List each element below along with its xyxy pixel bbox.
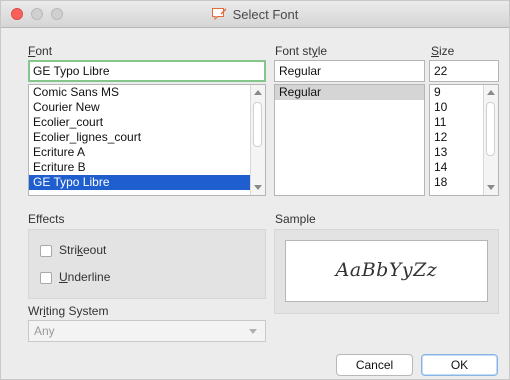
- font-family-list-item[interactable]: Courier New: [29, 100, 265, 115]
- writing-system-value: Any: [34, 324, 55, 338]
- size-scroll-down-arrow-icon[interactable]: [487, 185, 495, 190]
- font-family-list-item[interactable]: Ecolier_lignes_court: [29, 130, 265, 145]
- font-family-list-item[interactable]: Ecolier_court: [29, 115, 265, 130]
- font-family-input[interactable]: GE Typo Libre: [28, 60, 266, 82]
- font-family-list[interactable]: Comic Sans MS Courier New Ecolier_court Eco…: [28, 84, 266, 196]
- size-input[interactable]: 22: [429, 60, 499, 82]
- font-family-list-item[interactable]: Ecriture B: [29, 160, 265, 175]
- size-label: Size: [431, 44, 455, 58]
- select-font-dialog: Select Font Font GE Typo Libre Comic San…: [0, 0, 510, 380]
- ok-button[interactable]: OK: [421, 354, 498, 376]
- writing-system-select[interactable]: Any: [28, 320, 266, 342]
- sample-group: AaBbYyZz: [274, 229, 499, 314]
- font-family-list-item[interactable]: GE Typo Libre: [29, 175, 265, 190]
- size-list[interactable]: 9 10 11 12 13 14 18: [429, 84, 499, 196]
- window-title: Select Font: [232, 6, 299, 22]
- font-style-input[interactable]: Regular: [274, 60, 425, 82]
- font-family-rows: Comic Sans MS Courier New Ecolier_court Eco…: [29, 85, 265, 190]
- font-style-list-item[interactable]: Regular: [275, 85, 424, 100]
- writing-system-label: Writing System: [28, 304, 109, 318]
- chevron-down-icon: [249, 329, 257, 334]
- sample-text: AaBbYyZz: [335, 259, 438, 281]
- underline-checkbox[interactable]: [40, 272, 52, 284]
- underline-label[interactable]: Underline: [59, 270, 110, 284]
- font-dialog-icon: [211, 8, 227, 20]
- font-family-list-item[interactable]: Ecriture A: [29, 145, 265, 160]
- title-bar: Select Font: [1, 1, 509, 28]
- sample-title: Sample: [275, 212, 316, 226]
- size-list-scrollbar[interactable]: [483, 85, 498, 195]
- size-list-scroll-thumb[interactable]: [486, 102, 495, 156]
- size-scroll-up-arrow-icon[interactable]: [487, 90, 495, 95]
- sample-preview: AaBbYyZz: [285, 240, 488, 302]
- font-style-rows: Regular: [275, 85, 424, 100]
- effects-title: Effects: [28, 212, 65, 226]
- font-style-list[interactable]: Regular: [274, 84, 425, 196]
- font-label: Font: [28, 44, 53, 58]
- scroll-up-arrow-icon[interactable]: [254, 90, 262, 95]
- font-list-scroll-thumb[interactable]: [253, 102, 262, 147]
- effects-group: Strikeout Underline: [28, 229, 266, 299]
- scroll-down-arrow-icon[interactable]: [254, 185, 262, 190]
- strikeout-checkbox[interactable]: [40, 245, 52, 257]
- window-title-wrap: Select Font: [1, 1, 509, 27]
- font-family-list-item[interactable]: Comic Sans MS: [29, 85, 265, 100]
- font-style-label: Font style: [275, 44, 328, 58]
- strikeout-label[interactable]: Strikeout: [59, 243, 106, 257]
- cancel-button[interactable]: Cancel: [336, 354, 413, 376]
- font-list-scrollbar[interactable]: [250, 85, 265, 195]
